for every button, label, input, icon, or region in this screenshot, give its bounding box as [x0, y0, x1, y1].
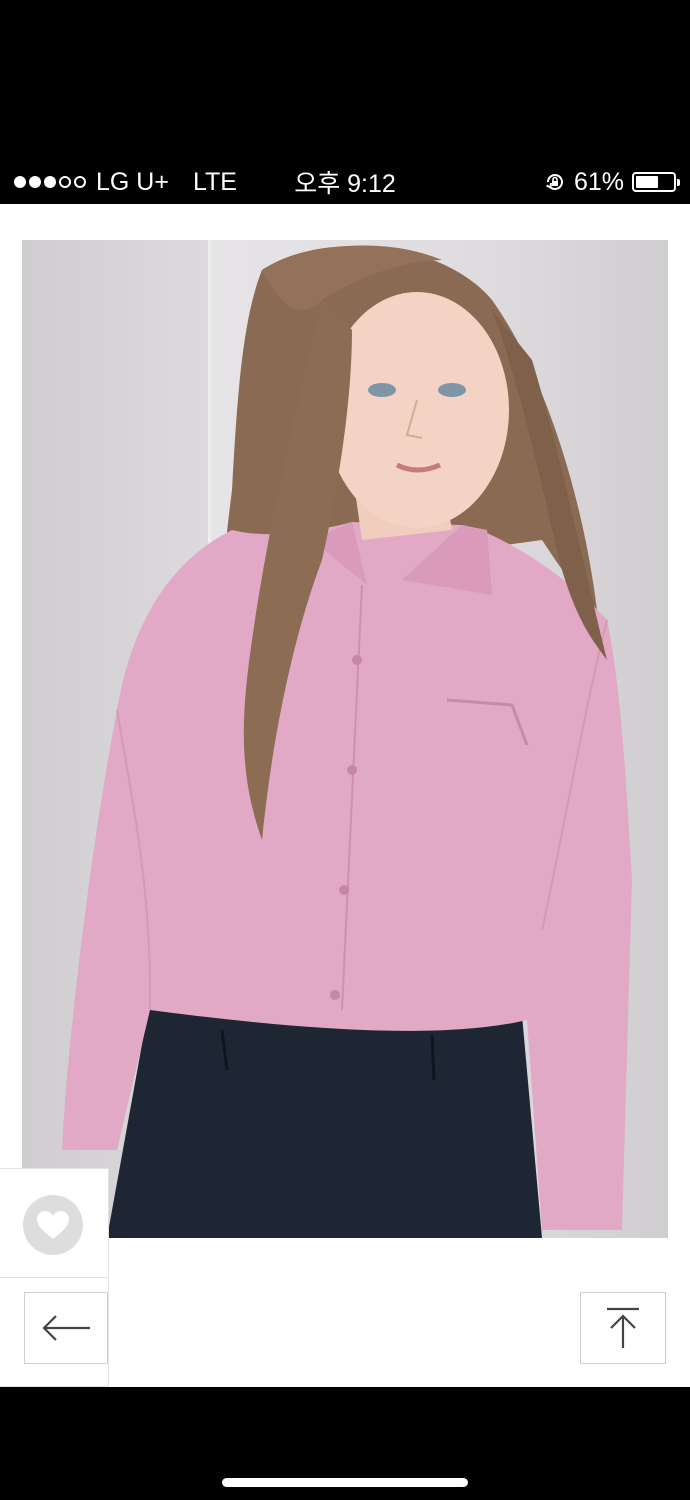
- status-bar: LG U+ LTE 오후 9:12 61%: [0, 160, 690, 204]
- page-content: [0, 204, 690, 1387]
- model-figure: [62, 245, 632, 1238]
- arrow-up-to-top-icon: [607, 1307, 639, 1348]
- home-indicator[interactable]: [222, 1478, 468, 1487]
- scroll-to-top-button[interactable]: [580, 1292, 666, 1364]
- rotation-lock-icon: [546, 174, 563, 190]
- battery-level: [636, 176, 658, 188]
- arrow-left-icon: [42, 1315, 90, 1341]
- carrier-name: LG U+: [96, 167, 169, 196]
- signal-strength-icon: [14, 176, 86, 188]
- battery-percent: 61%: [573, 167, 624, 196]
- panel-divider: [0, 1277, 109, 1278]
- heart-icon: [37, 1211, 69, 1239]
- battery-icon: [632, 172, 680, 192]
- status-right: 61%: [544, 167, 680, 197]
- favorite-button[interactable]: [23, 1195, 83, 1255]
- product-image[interactable]: [22, 240, 668, 1238]
- back-button[interactable]: [24, 1292, 108, 1364]
- status-left: LG U+ LTE: [14, 168, 237, 197]
- network-type: LTE: [192, 167, 237, 196]
